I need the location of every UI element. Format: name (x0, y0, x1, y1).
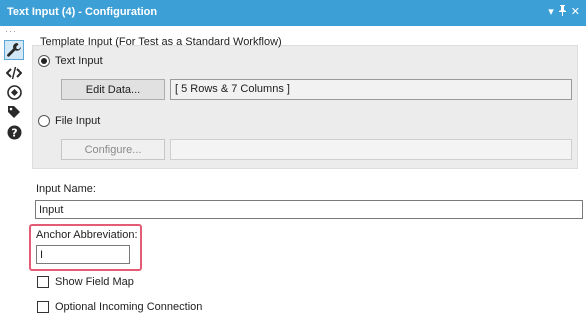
input-name-field[interactable] (35, 200, 583, 219)
show-field-map-label: Show Field Map (55, 276, 134, 288)
more-dots-icon: ··· (5, 26, 17, 36)
optional-connection-label: Optional Incoming Connection (55, 301, 203, 313)
input-name-label: Input Name: (36, 183, 96, 195)
configure-button[interactable]: Configure... (61, 139, 165, 160)
file-input-option[interactable]: File Input (38, 115, 100, 127)
tag-icon[interactable] (6, 104, 22, 120)
code-icon[interactable] (6, 65, 22, 81)
template-input-label: Template Input (For Test as a Standard W… (40, 36, 282, 48)
file-path-field[interactable] (170, 139, 572, 160)
edit-data-button[interactable]: Edit Data... (61, 79, 165, 100)
help-icon[interactable]: ? (6, 124, 22, 140)
anchor-abbreviation-field[interactable] (36, 245, 130, 264)
close-icon[interactable]: ✕ (571, 5, 580, 20)
window-title: Text Input (4) - Configuration (7, 6, 158, 18)
data-summary-field: [ 5 Rows & 7 Columns ] (170, 79, 572, 100)
file-input-label: File Input (55, 115, 101, 127)
show-field-map-checkbox[interactable] (37, 276, 49, 288)
window-controls: ▾ ✕ (548, 5, 580, 20)
file-input-radio[interactable] (38, 115, 50, 127)
text-input-label: Text Input (55, 55, 103, 67)
text-input-radio[interactable] (38, 55, 50, 67)
wrench-icon[interactable] (4, 40, 24, 60)
pin-icon[interactable] (558, 5, 567, 20)
optional-connection-checkbox[interactable] (37, 301, 49, 313)
optional-connection-option[interactable]: Optional Incoming Connection (37, 301, 202, 313)
anchor-abbreviation-label: Anchor Abbreviation: (36, 229, 138, 241)
dropdown-arrow-icon[interactable]: ▾ (548, 5, 554, 20)
svg-text:?: ? (11, 126, 17, 139)
window-titlebar: Text Input (4) - Configuration ▾ ✕ (0, 0, 586, 26)
show-field-map-option[interactable]: Show Field Map (37, 276, 134, 288)
navigate-icon[interactable] (6, 84, 22, 100)
text-input-option[interactable]: Text Input (38, 55, 103, 67)
